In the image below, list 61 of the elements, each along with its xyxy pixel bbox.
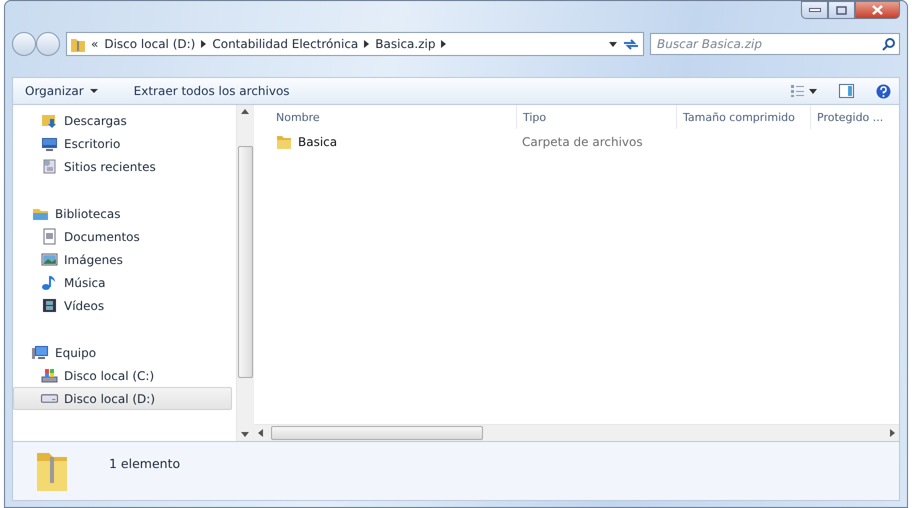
status-text: 1 elemento — [109, 456, 180, 471]
help-icon[interactable] — [876, 84, 891, 98]
close-button[interactable] — [855, 1, 900, 19]
computer-icon — [32, 344, 49, 361]
recent-icon — [41, 158, 58, 175]
scroll-down-icon[interactable] — [241, 432, 249, 437]
documents-icon — [41, 228, 58, 245]
sidebar-item[interactable]: Equipo — [13, 341, 232, 364]
sidebar-item[interactable]: Descargas — [13, 109, 232, 132]
file-type: Carpeta de archivos — [521, 135, 644, 149]
column-header[interactable]: Nombre — [276, 105, 516, 129]
breadcrumb[interactable]: Contabilidad Electrónica — [212, 37, 358, 51]
breadcrumb[interactable]: Basica.zip — [375, 37, 436, 51]
sidebar-item[interactable]: Vídeos — [13, 294, 232, 317]
drive-icon — [41, 394, 58, 403]
column-header[interactable]: Tipo — [516, 105, 676, 129]
column-header[interactable]: Protegido ... — [810, 105, 899, 129]
sidebar-item[interactable]: Bibliotecas — [13, 202, 232, 225]
maximize-button[interactable] — [828, 1, 855, 19]
preview-pane-icon[interactable] — [839, 84, 854, 98]
search-field[interactable]: Buscar Basica.zip — [650, 33, 900, 55]
sidebar-item[interactable]: Disco local (D:) — [13, 387, 232, 410]
videos-icon — [41, 297, 58, 314]
folder-icon — [276, 134, 292, 150]
chevron-icon — [201, 40, 206, 48]
sidebar-item[interactable]: Escritorio — [13, 132, 232, 155]
minimize-button[interactable] — [801, 1, 828, 19]
sidebar-item[interactable]: Documentos — [13, 225, 232, 248]
dropdown-icon[interactable] — [609, 42, 617, 46]
search-icon[interactable] — [882, 38, 895, 51]
address-bar[interactable]: « Disco local (D:) Contabilidad Electrónica Basica.zip — [66, 32, 644, 56]
minimize-icon — [808, 8, 820, 12]
maximize-icon — [836, 6, 847, 14]
pictures-icon — [41, 251, 58, 268]
view-list-icon[interactable] — [791, 85, 817, 97]
horizontal-scrollbar[interactable] — [254, 424, 899, 441]
scroll-right-icon[interactable] — [890, 429, 895, 437]
toolbar-button[interactable]: Extraer todos los archivos — [130, 82, 294, 100]
file-name[interactable]: Basica — [276, 134, 516, 150]
scroll-up-icon[interactable] — [241, 109, 249, 114]
sidebar-item[interactable]: Música — [13, 271, 232, 294]
scroll-left-icon[interactable] — [258, 429, 263, 437]
breadcrumb[interactable]: Disco local (D:) — [104, 37, 196, 51]
close-icon — [872, 5, 883, 15]
downloads-icon — [41, 112, 58, 129]
toolbar-button[interactable]: Organizar — [21, 82, 102, 100]
sidebar-item[interactable]: Sitios recientes — [13, 155, 232, 178]
forward-button[interactable] — [36, 32, 60, 56]
sidebar-item[interactable]: Imágenes — [13, 248, 232, 271]
back-button[interactable] — [12, 32, 36, 56]
music-icon — [41, 274, 58, 291]
desktop-icon — [41, 135, 58, 152]
zip-folder-icon — [71, 36, 85, 52]
chevron-icon — [364, 40, 370, 48]
breadcrumb-overflow[interactable]: « — [91, 37, 98, 51]
vertical-scrollbar[interactable] — [236, 105, 253, 441]
sidebar-item[interactable]: Disco local (C:) — [13, 364, 232, 387]
refresh-icon[interactable] — [623, 38, 639, 50]
chevron-icon — [441, 40, 446, 48]
column-header[interactable]: Tamaño comprimido — [676, 105, 810, 129]
system-drive-icon — [41, 367, 58, 384]
